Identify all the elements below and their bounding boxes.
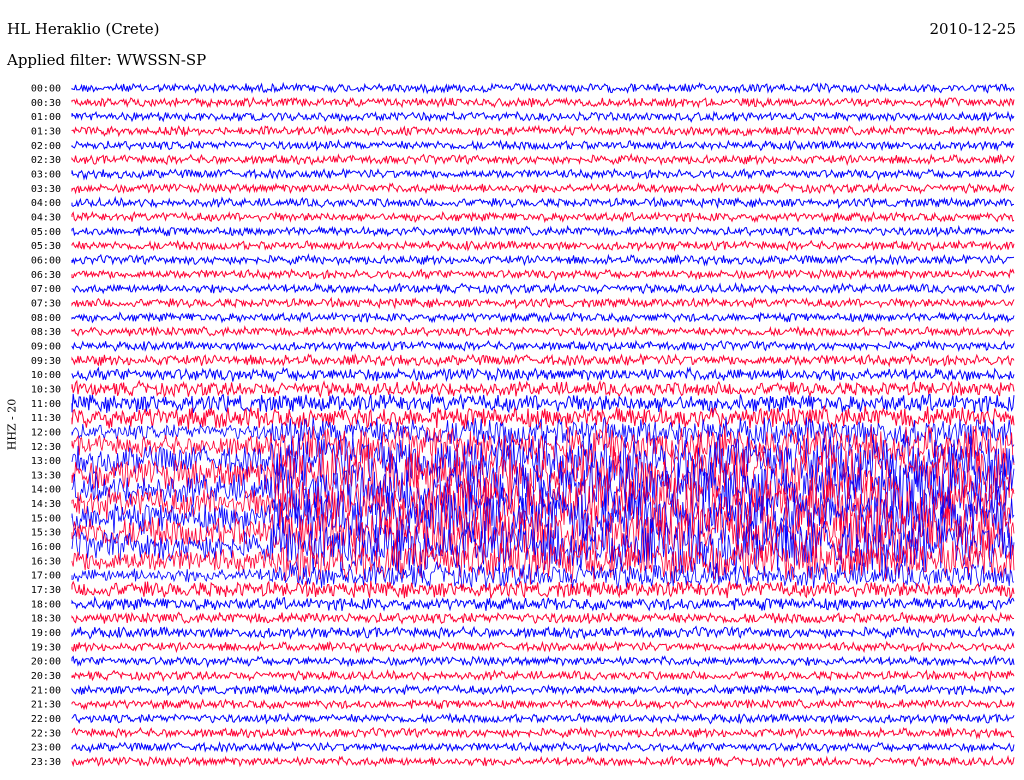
trace-row [71,311,1015,324]
trace-row [71,611,1015,625]
row-time-label: 09:30 [31,356,61,367]
row-time-label: 01:30 [31,126,61,137]
trace-row [71,124,1015,138]
row-time-label: 10:30 [31,384,61,395]
trace-row [71,268,1015,282]
helicorder-plot: 00:00 00:30 01:00 01:30 02:00 02:30 03:00 03:30… [31,81,1015,769]
trace-row [71,366,1015,383]
row-time-label: 05:00 [31,227,61,238]
trace-row [71,181,1015,195]
row-time-label: 14:00 [31,485,61,496]
row-time-label: 03:00 [31,169,61,180]
trace-row [71,110,1015,123]
row-time-label: 22:30 [31,728,61,739]
trace-row [71,640,1015,654]
row-time-label: 02:30 [31,155,61,166]
row-time-label: 08:30 [31,327,61,338]
trace-row [71,741,1015,754]
trace-row [71,239,1015,252]
row-time-label: 21:00 [31,685,61,696]
row-time-label: 22:00 [31,714,61,725]
row-time-label: 10:00 [31,370,61,381]
row-time-label: 17:30 [31,585,61,596]
trace-row [71,712,1015,725]
row-time-label: 01:00 [31,112,61,123]
row-time-label: 03:30 [31,184,61,195]
row-time-label: 16:00 [31,542,61,553]
trace-row [71,668,1015,683]
trace-row [71,754,1015,769]
row-time-label: 19:30 [31,642,61,653]
trace-row [71,81,1015,95]
row-time-label: 18:30 [31,614,61,625]
row-time-label: 09:00 [31,341,61,352]
trace-row [71,352,1015,368]
row-time-label: 07:30 [31,298,61,309]
trace-row [71,210,1015,224]
trace-row [71,625,1015,640]
row-time-label: 13:00 [31,456,61,467]
trace-row [71,96,1015,109]
row-time-label: 23:30 [31,757,61,768]
trace-row [71,339,1015,353]
trace-row [71,167,1015,181]
trace-row [71,224,1015,238]
trace-row [71,580,1015,599]
row-time-label: 08:00 [31,313,61,324]
row-time-label: 19:00 [31,628,61,639]
row-time-label: 11:00 [31,399,61,410]
row-time-label: 11:30 [31,413,61,424]
row-time-label: 21:30 [31,700,61,711]
row-time-label: 20:00 [31,657,61,668]
row-time-label: 15:00 [31,513,61,524]
row-time-label: 06:00 [31,255,61,266]
row-time-label: 12:30 [31,442,61,453]
trace-row [71,281,1015,296]
row-time-label: 13:30 [31,470,61,481]
row-time-label: 07:00 [31,284,61,295]
row-time-label: 18:00 [31,599,61,610]
row-time-label: 16:30 [31,556,61,567]
row-time-label: 15:30 [31,528,61,539]
trace-row [71,296,1015,310]
row-time-label: 23:00 [31,743,61,754]
row-time-label: 17:00 [31,571,61,582]
row-time-label: 05:30 [31,241,61,252]
row-time-label: 20:30 [31,671,61,682]
trace-row [71,325,1015,338]
row-time-label: 06:30 [31,270,61,281]
row-time-label: 00:00 [31,84,61,95]
trace-row [71,195,1015,210]
trace-row [71,152,1015,166]
trace-row [71,138,1015,152]
trace-row [71,697,1015,711]
row-time-label: 00:30 [31,98,61,109]
trace-row [71,683,1015,697]
row-time-label: 02:00 [31,141,61,152]
trace-row [71,654,1015,669]
row-time-label: 04:30 [31,212,61,223]
trace-row [71,726,1015,740]
row-time-label: 14:30 [31,499,61,510]
trace-row [71,404,1015,430]
trace-row [71,595,1015,612]
row-time-label: 12:00 [31,427,61,438]
row-time-label: 04:00 [31,198,61,209]
trace-row [71,253,1015,267]
trace-row [71,379,1015,399]
